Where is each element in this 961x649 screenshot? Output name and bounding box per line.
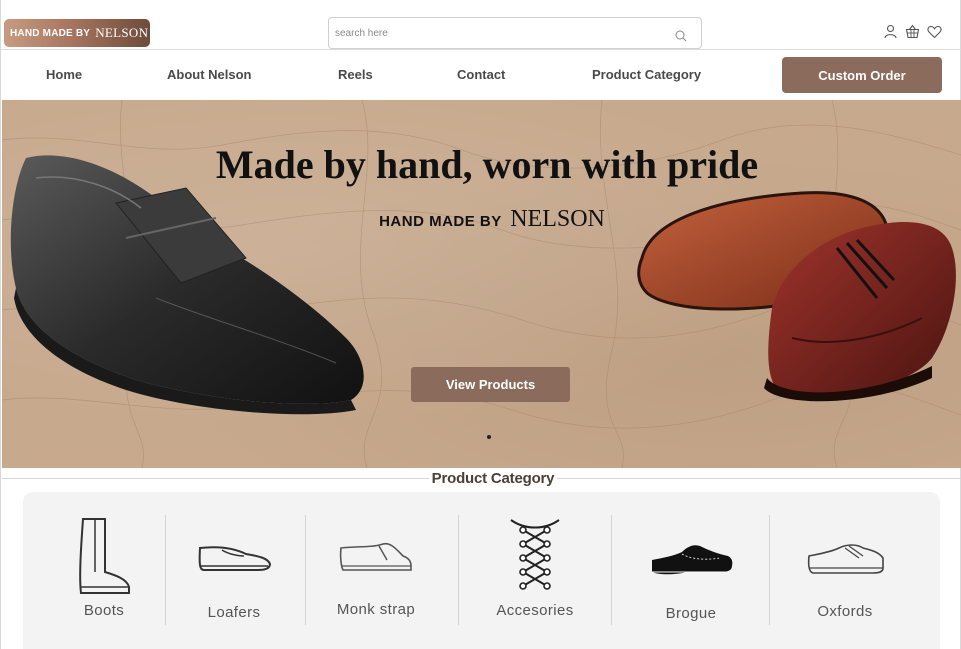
category-label: Boots [83, 602, 125, 619]
custom-order-button[interactable]: Custom Order [782, 57, 942, 93]
loafer-icon [198, 546, 272, 571]
nav-product-category[interactable]: Product Category [592, 67, 701, 82]
top-bar: HAND MADE BY NELSON [1, 0, 961, 50]
laces-icon [510, 519, 560, 590]
user-icon[interactable] [883, 24, 898, 39]
hero-loafer-image [10, 155, 364, 415]
oxford-icon [807, 544, 884, 574]
main-nav: Home About Nelson Reels Contact Product … [1, 51, 961, 100]
category-label: Oxfords [817, 603, 873, 620]
category-item-brogue[interactable]: Brogue [648, 492, 788, 632]
category-item-oxfords[interactable]: Oxfords [803, 492, 943, 632]
hero-brand: HAND MADE BY NELSON [2, 206, 961, 233]
category-item-accesories[interactable]: Accesories [493, 492, 633, 632]
nav-home[interactable]: Home [46, 67, 82, 82]
carousel-indicator[interactable] [487, 435, 491, 439]
category-divider [458, 515, 459, 625]
brand-logo[interactable]: HAND MADE BY NELSON [4, 19, 150, 47]
category-label: Monk strap [336, 601, 416, 618]
nav-contact[interactable]: Contact [457, 67, 505, 82]
hero-title: Made by hand, worn with pride [215, 142, 759, 187]
category-item-monk-strap[interactable]: Monk strap [333, 492, 473, 632]
nav-reels[interactable]: Reels [338, 67, 373, 82]
header-icons [883, 24, 942, 39]
hero-brand-part1: HAND MADE BY [379, 213, 502, 230]
category-label: Loafers [207, 604, 261, 621]
category-divider [611, 515, 612, 625]
hero-brand-part2: NELSON [510, 206, 605, 232]
view-products-button[interactable]: View Products [411, 367, 570, 402]
heart-icon[interactable] [927, 24, 942, 39]
boot-icon [79, 518, 130, 594]
category-label: Accesories [496, 602, 574, 619]
hero-banner: Made by hand, worn with pride HAND MADE … [2, 100, 961, 468]
search-icon[interactable] [675, 29, 687, 47]
nav-about-nelson[interactable]: About Nelson [167, 67, 252, 82]
category-label: Brogue [665, 605, 717, 622]
brand-logo-part2: NELSON [95, 25, 149, 40]
monk-strap-icon [339, 542, 412, 571]
category-panel: Boots Loafers Monk strap Accesories Brog… [23, 492, 940, 649]
basket-icon[interactable] [905, 24, 920, 39]
brogue-icon [652, 545, 733, 575]
category-section-title: Product Category [429, 468, 557, 490]
category-divider [769, 515, 770, 625]
search-box [328, 17, 702, 49]
brand-logo-part1: HAND MADE BY [10, 27, 91, 39]
search-input[interactable] [335, 18, 655, 48]
